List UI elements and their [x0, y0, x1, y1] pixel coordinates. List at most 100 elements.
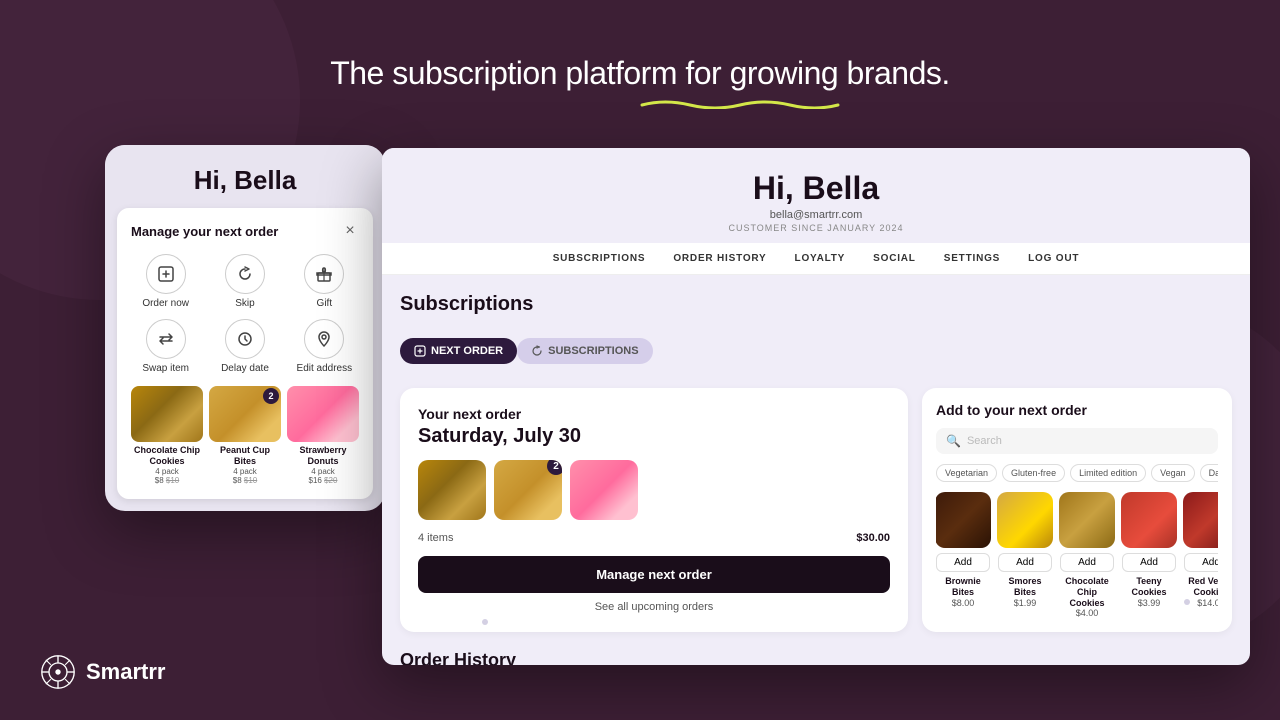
product-2-image: 2	[209, 386, 281, 442]
tab-subscriptions[interactable]: SUBSCRIPTIONS	[517, 338, 652, 364]
brownie-price: $8.00	[952, 598, 975, 608]
browser-content: Subscriptions NEXT ORDER SUBSCRIPTIONS Y…	[382, 275, 1250, 665]
next-order-icon	[414, 345, 426, 357]
subscriptions-icon	[531, 345, 543, 357]
desktop-product-grid: Add Brownie Bites $8.00 Add Smores Bites…	[936, 492, 1218, 618]
logo-text: Smartrr	[86, 659, 165, 685]
add-red-velvet-button[interactable]: Add	[1184, 553, 1218, 572]
choc-chip-price: $4.00	[1076, 608, 1099, 618]
search-bar[interactable]: 🔍 Search	[936, 428, 1218, 454]
nav-settings[interactable]: SETTINGS	[944, 253, 1000, 264]
red-velvet-name: Red Velvet Cookies	[1184, 576, 1218, 598]
tabs-row: NEXT ORDER SUBSCRIPTIONS	[400, 338, 1232, 364]
nav-logout[interactable]: LOG OUT	[1028, 253, 1079, 264]
product-2-badge: 2	[263, 388, 279, 404]
filter-vegan[interactable]: Vegan	[1151, 464, 1195, 482]
manage-next-order-button[interactable]: Manage next order	[418, 556, 890, 593]
order-item-2-badge: 2	[547, 460, 562, 475]
order-items-count: 4 items	[418, 532, 453, 544]
smartrr-logo-icon	[40, 654, 76, 690]
product-3-image	[287, 386, 359, 442]
action-order-now[interactable]: Order now	[131, 254, 200, 309]
nav-subscriptions[interactable]: SUBSCRIPTIONS	[553, 253, 646, 264]
add-choc-chip-button[interactable]: Add	[1060, 553, 1114, 572]
order-footer: 4 items $30.00	[418, 532, 890, 544]
product-2-price: $8 $10	[233, 476, 257, 485]
filter-gluten-free[interactable]: Gluten-free	[1002, 464, 1065, 482]
smores-name: Smores Bites	[998, 576, 1052, 598]
product-3-price: $16 $20	[309, 476, 338, 485]
add-order-title: Add to your next order	[936, 402, 1218, 418]
teeny-price: $3.99	[1138, 598, 1161, 608]
action-grid: Order now Skip Gift Swap item	[131, 254, 359, 374]
browser-header: Hi, Bella bella@smartrr.com CUSTOMER SIN…	[382, 148, 1250, 243]
product-1-pack: 4 pack	[155, 467, 179, 476]
filter-limited[interactable]: Limited edition	[1070, 464, 1146, 482]
mobile-greeting: Hi, Bella	[125, 165, 365, 196]
mobile-product-1: Chocolate Chip Cookies 4 pack $8 $10	[131, 386, 203, 485]
browser-email: bella@smartrr.com	[402, 209, 1230, 221]
section-title: Subscriptions	[400, 293, 1232, 316]
desktop-product-choc-chip: Add Chocolate Chip Cookies $4.00	[1060, 492, 1114, 618]
smores-price: $1.99	[1014, 598, 1037, 608]
add-teeny-button[interactable]: Add	[1122, 553, 1176, 572]
next-order-card: Your next order Saturday, July 30 2 4 it…	[400, 388, 908, 632]
order-subtitle: Your next order	[418, 406, 890, 422]
tagline-text: The subscription platform for growing br…	[0, 55, 1280, 92]
action-swap[interactable]: Swap item	[131, 319, 200, 374]
order-date: Saturday, July 30	[418, 425, 890, 448]
browser-greeting: Hi, Bella	[402, 170, 1230, 207]
add-smores-button[interactable]: Add	[998, 553, 1052, 572]
delay-label: Delay date	[221, 363, 269, 374]
swap-icon	[146, 319, 186, 359]
brownie-name: Brownie Bites	[936, 576, 990, 598]
dialog-header: Manage your next order ×	[131, 222, 359, 240]
address-label: Edit address	[297, 363, 353, 374]
skip-icon	[225, 254, 265, 294]
mobile-product-2: 2 Peanut Cup Bites 4 pack $8 $10	[209, 386, 281, 485]
filter-vegetarian[interactable]: Vegetarian	[936, 464, 997, 482]
logo-section: Smartrr	[40, 654, 165, 690]
teeny-name: Teeny Cookies	[1122, 576, 1176, 598]
filter-tags: Vegetarian Gluten-free Limited edition V…	[936, 464, 1218, 482]
order-total: $30.00	[856, 532, 890, 544]
red-velvet-image	[1183, 492, 1218, 548]
product-2-name: Peanut Cup Bites	[209, 445, 281, 467]
desktop-product-brownie: Add Brownie Bites $8.00	[936, 492, 990, 618]
choc-chip-image	[1059, 492, 1115, 548]
search-placeholder: Search	[967, 435, 1002, 447]
product-1-image	[131, 386, 203, 442]
nav-social[interactable]: SOCIAL	[873, 253, 916, 264]
smores-image	[997, 492, 1053, 548]
action-skip[interactable]: Skip	[210, 254, 279, 309]
red-velvet-price: $14.00	[1197, 598, 1218, 608]
add-brownie-button[interactable]: Add	[936, 553, 990, 572]
browser-since: CUSTOMER SINCE JANUARY 2024	[402, 223, 1230, 233]
tab-next-order[interactable]: NEXT ORDER	[400, 338, 517, 364]
content-row: Your next order Saturday, July 30 2 4 it…	[400, 388, 1232, 632]
product-3-name: Strawberry Donuts	[287, 445, 359, 467]
mobile-product-3: Strawberry Donuts 4 pack $16 $20	[287, 386, 359, 485]
browser-nav: SUBSCRIPTIONS ORDER HISTORY LOYALTY SOCI…	[382, 243, 1250, 275]
mobile-product-grid: Chocolate Chip Cookies 4 pack $8 $10 2 P…	[131, 386, 359, 485]
gift-icon	[304, 254, 344, 294]
tagline-section: The subscription platform for growing br…	[0, 55, 1280, 104]
filter-dairy-free[interactable]: Dairy-free	[1200, 464, 1218, 482]
action-gift[interactable]: Gift	[290, 254, 359, 309]
action-address[interactable]: Edit address	[290, 319, 359, 374]
close-button[interactable]: ×	[341, 222, 359, 240]
order-item-3	[570, 460, 638, 520]
dialog-title: Manage your next order	[131, 224, 278, 239]
teeny-image	[1121, 492, 1177, 548]
gift-label: Gift	[317, 298, 333, 309]
add-order-card: Add to your next order 🔍 Search Vegetari…	[922, 388, 1232, 632]
nav-loyalty[interactable]: LOYALTY	[795, 253, 846, 264]
search-icon: 🔍	[946, 434, 961, 448]
nav-order-history[interactable]: ORDER HISTORY	[673, 253, 766, 264]
order-history-title: Order History	[400, 650, 1232, 665]
brownie-image	[936, 492, 991, 548]
desktop-product-teeny: Add Teeny Cookies $3.99	[1122, 492, 1176, 618]
action-delay[interactable]: Delay date	[210, 319, 279, 374]
order-item-1	[418, 460, 486, 520]
see-all-link[interactable]: See all upcoming orders	[418, 601, 890, 613]
